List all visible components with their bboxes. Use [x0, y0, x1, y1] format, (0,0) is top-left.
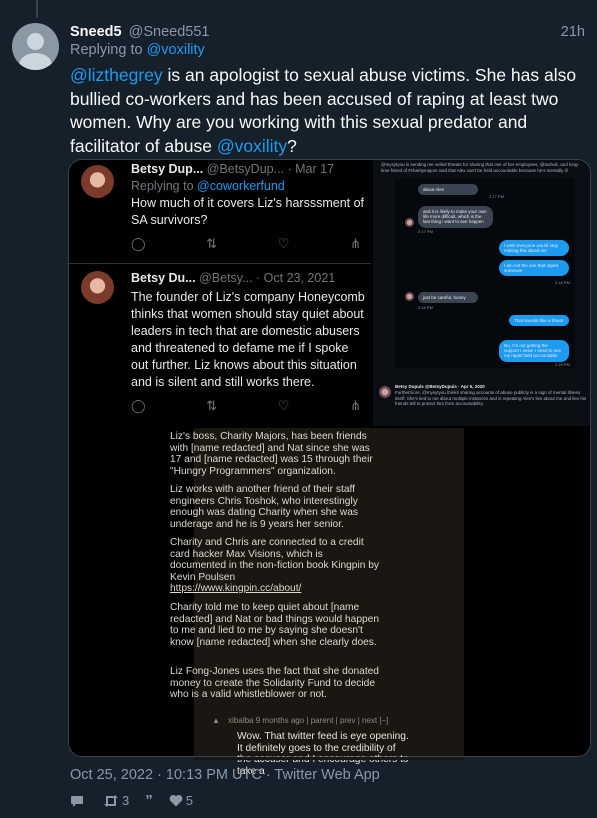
reply-icon: ◯ [131, 398, 146, 413]
replying-to-prefix: Replying to [70, 42, 143, 58]
media-screenshot-tweets[interactable]: Betsy Dup... @BetsyDup... · Mar 17 Reply… [69, 160, 371, 426]
forum-comment-meta: ▲ xibalba 9 months ago | parent | prev |… [212, 716, 389, 725]
retweet-icon [104, 794, 118, 807]
retweet-button[interactable]: 3 [103, 793, 129, 808]
forum-link: https://www.kingpin.cc/about/ [170, 583, 302, 594]
like-icon: ♡ [277, 236, 290, 251]
dm-avatar [405, 292, 414, 301]
embedded-text: How much of it covers Liz's harsssment o… [131, 196, 365, 227]
embedded-tweet-1: Betsy Dup... @BetsyDup... · Mar 17 Reply… [69, 160, 371, 263]
like-button[interactable]: 5 [169, 793, 193, 808]
dm-message: and it is likely to make your own life m… [418, 206, 493, 228]
reply-button[interactable] [70, 794, 87, 808]
comment-icon [71, 795, 83, 807]
thread-connector-line [36, 0, 38, 18]
embedded-actions: ◯ ⇅ ♡ ⋔ [131, 236, 361, 252]
reply-icon: ◯ [131, 236, 146, 251]
embedded-handle: @BetsyDup... · Mar 17 [206, 162, 335, 176]
dm-message: No, I'm not getting the support i need. … [499, 340, 569, 362]
tweet-header: Sneed5 @Sneed551 [70, 24, 209, 40]
like-icon: ♡ [277, 398, 290, 413]
retweet-icon: ⇅ [206, 398, 218, 413]
embedded-handle: @Betsy... · Oct 23, 2021 [199, 271, 336, 285]
display-name[interactable]: Sneed5 [70, 24, 122, 40]
tweet-text-segment: ? [287, 135, 297, 156]
media-screenshot-dm[interactable]: @mysytyou is sending me veiled threats f… [373, 160, 590, 426]
avatar[interactable] [12, 23, 59, 70]
dm-message: That sounds like a threat [509, 315, 569, 327]
forum-paragraph: Liz's boss, Charity Majors, has been fri… [170, 431, 373, 477]
dm-message: just be careful, honey [418, 292, 478, 304]
dm-message: I am not the one that raped someone [499, 260, 569, 277]
replying-to-link[interactable]: @voxility [147, 42, 205, 58]
tweet-relative-time[interactable]: 21h [561, 24, 585, 40]
embedded-replying-to: Replying to @coworkerfund [131, 179, 285, 193]
forum-paragraph: Liz Fong-Jones uses the fact that she do… [170, 666, 379, 700]
share-icon: ⋔ [350, 236, 361, 251]
dm-message: I wish everyone would stop making this a… [499, 240, 569, 257]
embedded-tweet-2: Betsy Du... @Betsy... · Oct 23, 2021 The… [69, 264, 371, 424]
like-count: 5 [185, 793, 193, 808]
share-icon: ⋔ [350, 398, 361, 413]
user-handle[interactable]: @Sneed551 [129, 24, 210, 40]
tweet-timestamp[interactable]: Oct 25, 2022 · 10:13 PM UTC · Twitter We… [70, 767, 380, 783]
embedded-avatar [81, 271, 114, 304]
dm-bottom-name: Betsy Dupuis @BetsyDupuis · Apr 5, 2020 [395, 384, 485, 389]
dm-message: about Alex [418, 184, 478, 196]
heart-icon [169, 795, 183, 807]
upvote-icon: ▲ [212, 716, 220, 725]
mention-link[interactable]: @lizthegrey [70, 65, 163, 85]
embedded-text: The founder of Liz's company Honeycomb t… [131, 290, 365, 389]
retweet-icon: ⇅ [206, 236, 218, 251]
tweet-text: @lizthegrey is an apologist to sexual ab… [70, 64, 590, 158]
mention-link[interactable]: @voxility [217, 136, 287, 156]
tweet-stats-bar: 3 ” 5 [70, 792, 209, 809]
dm-avatar [379, 386, 391, 398]
dm-top-text: @mysytyou is sending me veiled threats f… [381, 162, 579, 173]
embedded-name: Betsy Dup... [131, 162, 204, 176]
embedded-avatar [81, 165, 114, 198]
quote-icon: ” [145, 792, 153, 809]
dm-thread: about Alex 2:17 PM and it is likely to m… [395, 178, 575, 368]
embedded-actions: ◯ ⇅ ♡ ⋔ [131, 398, 361, 414]
forum-paragraph: Charity told me to keep quiet about [nam… [170, 602, 379, 648]
retweet-count: 3 [122, 793, 130, 808]
dm-avatar [405, 218, 414, 227]
avatar-placeholder-icon [27, 33, 44, 50]
forum-paragraph: Liz works with another friend of their s… [170, 484, 359, 530]
dm-bottom-text: Furthermore, @mysytyou thinks sharing ac… [395, 390, 587, 406]
forum-paragraph: Charity and Chris are connected to a cre… [170, 537, 379, 583]
embedded-name: Betsy Du... [131, 271, 196, 285]
replying-to: Replying to @voxility [70, 42, 205, 58]
quote-button[interactable]: ” [145, 792, 153, 809]
